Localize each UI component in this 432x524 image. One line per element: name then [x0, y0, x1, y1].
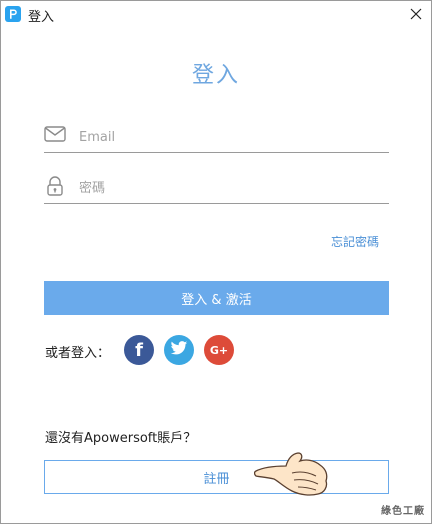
- email-input[interactable]: [77, 122, 381, 152]
- forgot-password-link[interactable]: 忘記密碼: [331, 233, 379, 250]
- password-input[interactable]: [77, 173, 381, 203]
- google-plus-icon: G+: [209, 343, 229, 357]
- login-activate-button[interactable]: 登入 & 激活: [44, 281, 389, 315]
- facebook-login-button[interactable]: f: [124, 335, 154, 365]
- no-account-text: 還沒有Apowersoft賬戶？: [45, 431, 197, 446]
- apowersoft-app-icon: [5, 6, 21, 22]
- social-login-label: 或者登入：: [45, 346, 111, 361]
- twitter-login-button[interactable]: [164, 335, 194, 365]
- close-icon[interactable]: [405, 3, 427, 25]
- google-plus-login-button[interactable]: G+: [204, 335, 234, 365]
- register-button[interactable]: 註冊: [44, 460, 389, 494]
- page-title: 登入: [191, 63, 240, 88]
- lock-icon: [44, 176, 66, 201]
- email-field: [44, 122, 389, 153]
- password-field: [44, 173, 389, 204]
- login-window: 登入 登入 忘記密碼 登入 & 激活 或者登入：: [0, 0, 432, 524]
- watermark-text: 綠色工廠: [381, 506, 425, 517]
- twitter-icon: [170, 340, 188, 360]
- title-bar: 登入: [1, 1, 431, 27]
- facebook-icon: f: [135, 339, 143, 361]
- envelope-icon: [44, 126, 66, 146]
- pointing-hand-icon: [253, 449, 334, 503]
- window-title: 登入: [28, 10, 55, 25]
